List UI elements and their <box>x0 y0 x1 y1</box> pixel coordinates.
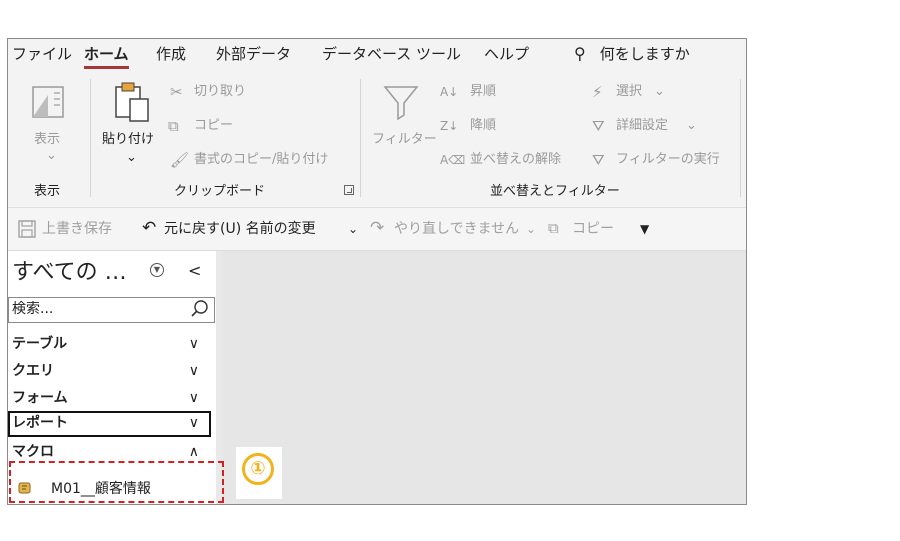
advanced-button[interactable]: 詳細設定 <box>616 117 668 135</box>
cut-button[interactable]: 切り取り <box>194 83 246 101</box>
annotation-number: ① <box>242 453 274 485</box>
nav-pane-title[interactable]: すべての … <box>12 259 127 287</box>
copy-button[interactable]: コピー <box>194 117 233 135</box>
view-icon[interactable] <box>30 83 68 121</box>
paste-dropdown-icon[interactable]: ⌄ <box>126 149 137 167</box>
format-painter-icon: 🖌 <box>170 151 190 169</box>
chevron-down-icon: ∨ <box>188 336 199 352</box>
toggle-filter-icon: ⛛ <box>592 151 605 169</box>
customize-qat-icon[interactable]: ▼ <box>640 220 649 238</box>
divider <box>90 79 91 197</box>
redo-icon: ↷ <box>370 218 385 238</box>
nav-group-reports[interactable]: レポート ∨ <box>8 411 211 437</box>
paste-button[interactable]: 貼り付け <box>102 131 154 149</box>
quick-access-toolbar: 上書き保存 ↶ 元に戻す(U) 名前の変更 ⌄ ↷ やり直しできません ⌄ ⧉ … <box>8 207 746 251</box>
dialog-launcher-icon[interactable] <box>344 185 354 195</box>
sort-descending-button[interactable]: 降順 <box>470 117 496 135</box>
chevron-down-icon: ∨ <box>188 390 199 406</box>
search-icon: ⚲ <box>574 44 586 63</box>
save-button[interactable]: 上書き保存 <box>42 220 112 238</box>
tab-help[interactable]: ヘルプ <box>484 43 529 65</box>
copy-icon: ⧉ <box>168 117 179 135</box>
divider <box>360 79 361 197</box>
chevron-down-icon: ∨ <box>188 363 199 379</box>
filter-icon[interactable] <box>382 83 420 121</box>
undo-button[interactable]: 元に戻す(U) 名前の変更 <box>164 220 316 238</box>
advanced-filter-icon: ⛛ <box>592 117 605 135</box>
group-label-clipboard: クリップボード <box>174 184 266 199</box>
paste-icon[interactable] <box>112 81 152 125</box>
annotation-callout: ① <box>236 447 282 499</box>
chevron-up-icon: ∧ <box>188 444 199 460</box>
save-icon <box>18 220 36 238</box>
tab-home[interactable]: ホーム <box>84 43 129 69</box>
tell-me-search[interactable]: ⚲ 何をしますか <box>574 43 690 65</box>
format-painter-button[interactable]: 書式のコピー/貼り付け <box>194 151 328 169</box>
sort-ascending-button[interactable]: 昇順 <box>470 83 496 101</box>
filter-button[interactable]: フィルター <box>372 131 437 149</box>
clear-sort-icon: A⌫ <box>440 153 466 167</box>
collapse-pane-icon[interactable]: < <box>188 259 201 283</box>
copy-icon: ⧉ <box>548 219 559 237</box>
cut-icon: ✂ <box>170 83 183 101</box>
chevron-down-icon: ∨ <box>188 415 199 431</box>
toggle-filter-button[interactable]: フィルターの実行 <box>616 151 720 169</box>
ribbon: 表示 ⌄ 表示 貼り付け ⌄ ✂ 切り取り ⧉ コピー 🖌 書式のコピー/貼り付… <box>8 71 746 203</box>
selection-filter-icon: ⚡ <box>592 83 603 101</box>
group-label-sort-filter: 並べ替えとフィルター <box>490 184 620 199</box>
sort-descending-icon: Z↓ <box>440 119 459 133</box>
tab-external-data[interactable]: 外部データ <box>216 43 291 65</box>
tab-file[interactable]: ファイル <box>12 43 72 65</box>
clear-sort-button[interactable]: 並べ替えの解除 <box>470 151 561 169</box>
redo-dropdown-icon[interactable]: ⌄ <box>526 220 536 238</box>
nav-options-icon[interactable]: ▼ <box>150 263 164 277</box>
qat-copy-button[interactable]: コピー <box>572 220 614 238</box>
workspace <box>222 251 746 504</box>
nav-group-queries[interactable]: クエリ ∨ <box>8 359 211 383</box>
annotation-highlight-box <box>9 461 224 503</box>
tab-database-tools[interactable]: データベース ツール <box>322 43 461 65</box>
divider <box>740 79 741 197</box>
view-dropdown-icon[interactable]: ⌄ <box>46 147 57 165</box>
selection-dropdown-icon[interactable]: ⌄ <box>654 83 665 101</box>
nav-search-input[interactable] <box>12 301 182 317</box>
nav-group-forms[interactable]: フォーム ∨ <box>8 386 211 410</box>
redo-button[interactable]: やり直しできません <box>394 220 519 238</box>
menu-bar: ファイル ホーム 作成 外部データ データベース ツール ヘルプ ⚲ 何をしますか <box>8 39 746 71</box>
selection-button[interactable]: 選択 <box>616 83 642 101</box>
group-label-views: 表示 <box>34 184 61 199</box>
sort-ascending-icon: A↓ <box>440 85 459 99</box>
access-window: ファイル ホーム 作成 外部データ データベース ツール ヘルプ ⚲ 何をしますか… <box>7 38 747 505</box>
tell-me-label: 何をしますか <box>599 45 690 63</box>
undo-dropdown-icon[interactable]: ⌄ <box>348 220 358 238</box>
advanced-dropdown-icon[interactable]: ⌄ <box>686 117 697 135</box>
nav-group-tables[interactable]: テーブル ∨ <box>8 332 211 356</box>
search-icon[interactable] <box>190 299 210 319</box>
tab-create[interactable]: 作成 <box>156 43 186 65</box>
nav-search-box[interactable] <box>8 297 215 323</box>
undo-icon: ↶ <box>142 218 157 238</box>
